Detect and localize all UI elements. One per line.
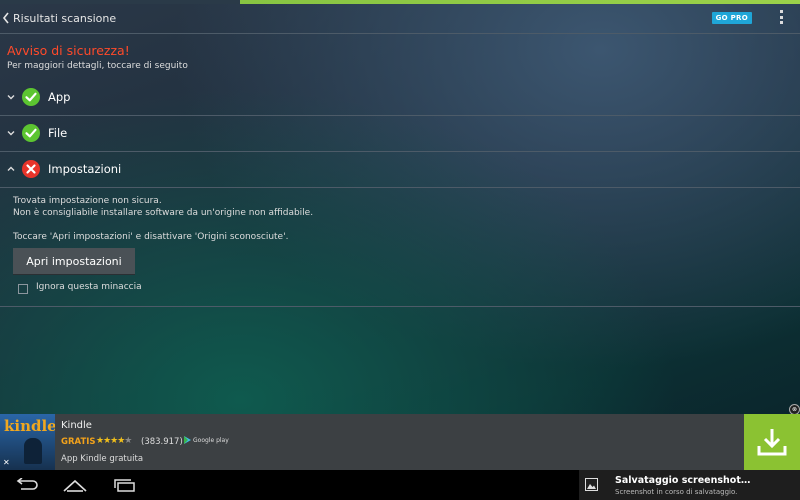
google-play-icon <box>184 436 191 444</box>
download-button[interactable] <box>744 414 800 470</box>
section-settings[interactable]: Impostazioni <box>0 152 800 186</box>
back-button[interactable]: Risultati scansione <box>2 12 116 25</box>
recent-apps-icon <box>114 479 135 492</box>
stars-empty: ★ <box>124 436 132 446</box>
section-label: File <box>48 126 68 140</box>
thumb-close-icon[interactable]: ✕ <box>3 458 10 467</box>
notification-subtitle: Screenshot in corso di salvataggio. <box>615 488 738 496</box>
section-label: App <box>48 90 71 104</box>
back-label: Risultati scansione <box>13 11 117 25</box>
warning-title: Avviso di sicurezza! <box>7 43 130 58</box>
overflow-menu-icon[interactable] <box>778 10 784 24</box>
content-divider <box>0 306 800 307</box>
settings-detail-line3: Toccare 'Apri impostazioni' e disattivar… <box>13 232 289 242</box>
section-label: Impostazioni <box>48 162 122 176</box>
ad-description: App Kindle gratuita <box>61 454 144 464</box>
image-icon <box>585 478 598 491</box>
reader-silhouette <box>24 438 42 464</box>
google-play-badge: Google play <box>184 436 229 444</box>
chevron-left-icon <box>2 12 9 24</box>
error-circle-icon <box>22 160 40 178</box>
rating-count: (383.917) <box>141 437 183 447</box>
chevron-down-icon <box>7 131 15 136</box>
ignore-threat-label: Ignora questa minaccia <box>36 282 142 292</box>
open-settings-button[interactable]: Apri impostazioni <box>13 248 135 274</box>
screenshot-notification[interactable]: Salvataggio screenshot… Screenshot in co… <box>579 470 800 500</box>
home-nav-button[interactable] <box>61 477 89 493</box>
settings-detail-line1: Trovata impostazione non sicura. <box>13 196 162 206</box>
row-divider <box>0 187 800 188</box>
check-circle-icon <box>22 124 40 142</box>
warning-subtitle: Per maggiori dettagli, toccare di seguit… <box>7 61 188 71</box>
notification-title: Salvataggio screenshot… <box>615 475 751 486</box>
stars-filled: ★★★★ <box>96 436 125 446</box>
back-arrow-icon <box>16 478 38 490</box>
ignore-threat-checkbox[interactable] <box>18 284 28 294</box>
star-rating: ★★★★★ <box>96 436 132 446</box>
settings-detail-line2: Non è consigliabile installare software … <box>13 208 314 218</box>
download-icon <box>757 429 787 456</box>
header-divider <box>0 33 800 34</box>
back-nav-button[interactable] <box>12 477 40 493</box>
chevron-down-icon <box>7 95 15 100</box>
recents-nav-button[interactable] <box>111 477 139 493</box>
home-icon <box>63 479 87 492</box>
chevron-up-icon <box>7 166 15 171</box>
check-circle-icon <box>22 88 40 106</box>
action-bar: Risultati scansione GO PRO <box>0 4 800 32</box>
ad-price: GRATIS <box>61 437 96 447</box>
ad-app-name: Kindle <box>61 420 92 431</box>
section-file[interactable]: File <box>0 116 800 150</box>
go-pro-button[interactable]: GO PRO <box>711 12 752 24</box>
google-play-label: Google play <box>193 436 229 444</box>
section-app[interactable]: App <box>0 80 800 114</box>
ad-banner[interactable]: kindle ✕ Kindle GRATIS ★★★★★ (383.917) G… <box>0 414 800 470</box>
kindle-thumbnail: kindle ✕ <box>0 414 55 470</box>
kindle-logo: kindle <box>4 417 55 435</box>
